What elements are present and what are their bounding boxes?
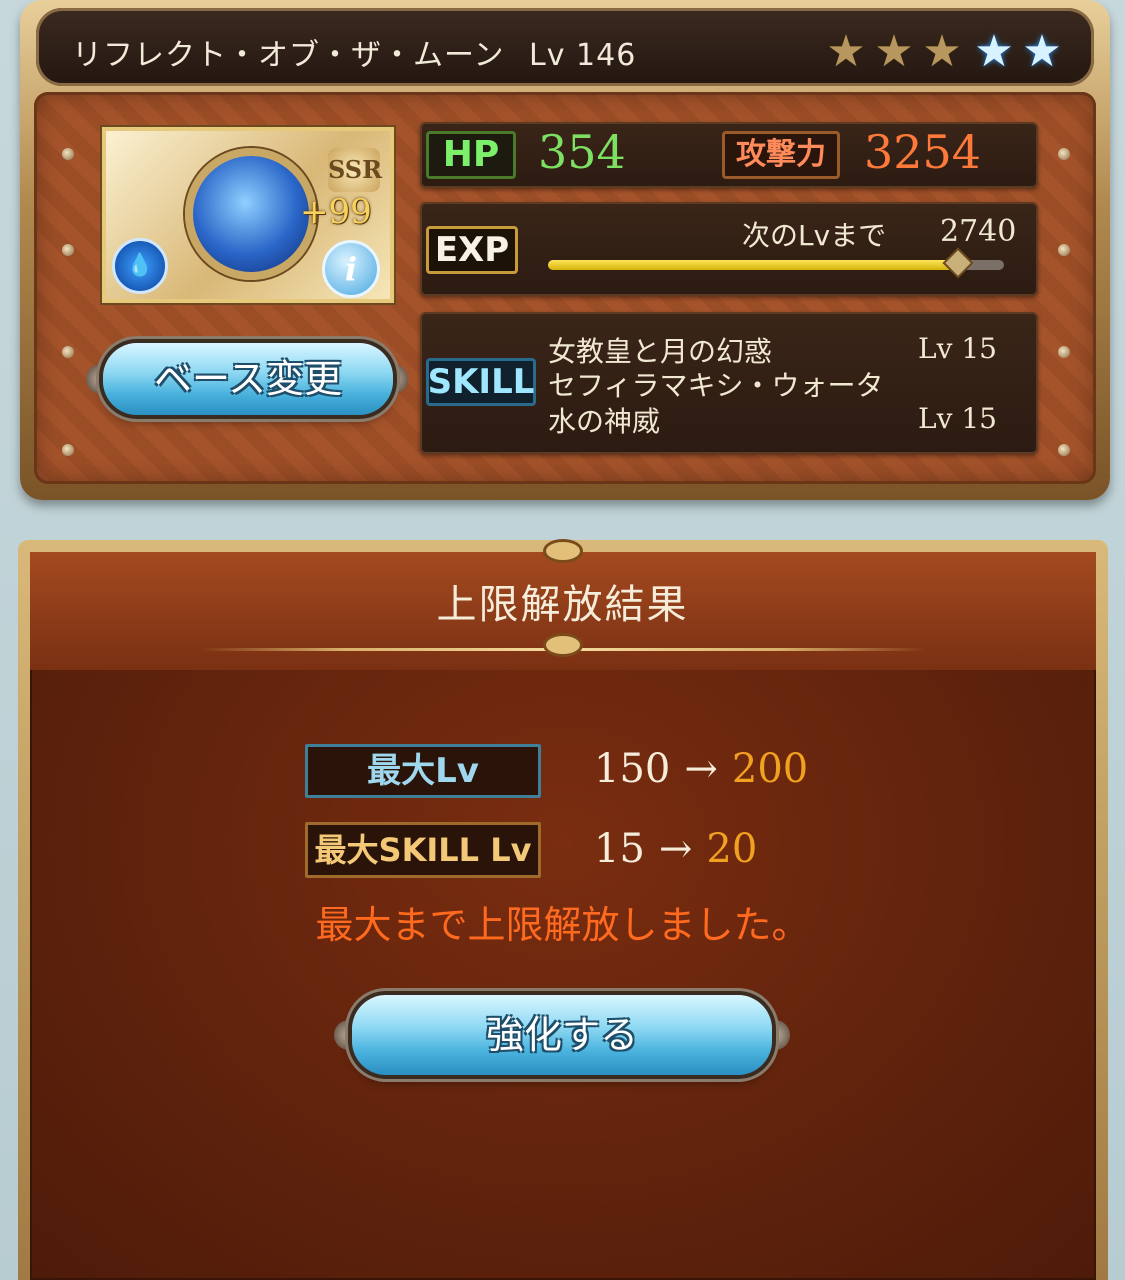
- hp-value: 354: [538, 125, 626, 179]
- max-lv-to: 200: [731, 746, 809, 792]
- exp-label: EXP: [426, 226, 518, 274]
- max-skill-to: 20: [706, 826, 758, 872]
- weapon-title: リフレクト・オブ・ザ・ムーン Lv 146: [72, 30, 636, 74]
- plus-value: +99: [300, 192, 372, 232]
- info-icon[interactable]: i: [322, 240, 380, 298]
- rivet-icon: [1058, 444, 1070, 456]
- rivet-icon: [62, 148, 74, 160]
- rivet-icon: [1058, 346, 1070, 358]
- max-skill-from: 15: [594, 826, 645, 872]
- star-blue-icon: ★: [1022, 26, 1062, 77]
- star-gold-icon: ★: [826, 26, 866, 77]
- rivet-icon: [62, 346, 74, 358]
- rivet-icon: [62, 244, 74, 256]
- arrow-icon: →: [658, 826, 693, 872]
- skill-level-1: Lv 15: [918, 332, 997, 365]
- max-lv-label: 最大Lv: [305, 744, 541, 798]
- next-level-label: 次のLvまで: [742, 219, 887, 252]
- star-gold-icon: ★: [922, 26, 962, 77]
- max-skill-lv-label: 最大SKILL Lv: [305, 822, 541, 878]
- star-gold-icon: ★: [874, 26, 914, 77]
- max-lv-from: 150: [594, 746, 671, 792]
- max-skill-lv-change: 15 → 20: [594, 826, 757, 872]
- hp-label: HP: [426, 131, 516, 179]
- rivet-icon: [1058, 244, 1070, 256]
- strengthen-button[interactable]: 強化する: [352, 995, 772, 1075]
- max-lv-change: 150 → 200: [594, 746, 808, 792]
- exp-bar-fill: [548, 260, 958, 270]
- atk-label: 攻撃力: [722, 131, 840, 179]
- weapon-name: リフレクト・オブ・ザ・ムーン: [72, 38, 505, 73]
- skill-level-2: Lv 15: [918, 402, 997, 435]
- skill-name-2b: 水の神威: [548, 405, 661, 438]
- atk-value: 3254: [864, 125, 982, 179]
- rivet-icon: [1058, 148, 1070, 160]
- base-change-button[interactable]: ベース変更: [103, 343, 393, 415]
- skill-label: SKILL: [426, 358, 536, 406]
- weapon-level: Lv 146: [529, 38, 637, 73]
- rivet-icon: [62, 444, 74, 456]
- next-level-value: 2740: [940, 214, 1017, 249]
- divider-ornament-icon: [546, 636, 580, 654]
- rarity-badge: SSR: [328, 148, 382, 192]
- star-blue-icon: ★: [974, 26, 1014, 77]
- arrow-icon: →: [684, 746, 718, 792]
- frame-ornament-icon: [546, 542, 580, 560]
- water-element-icon: 💧: [112, 238, 168, 294]
- moon-weapon-image: [185, 148, 317, 280]
- result-title: 上限解放結果: [436, 582, 689, 628]
- result-message: 最大まで上限解放しました。: [315, 903, 810, 947]
- skill-name-2a: セフィラマキシ・ウォータ: [548, 369, 884, 402]
